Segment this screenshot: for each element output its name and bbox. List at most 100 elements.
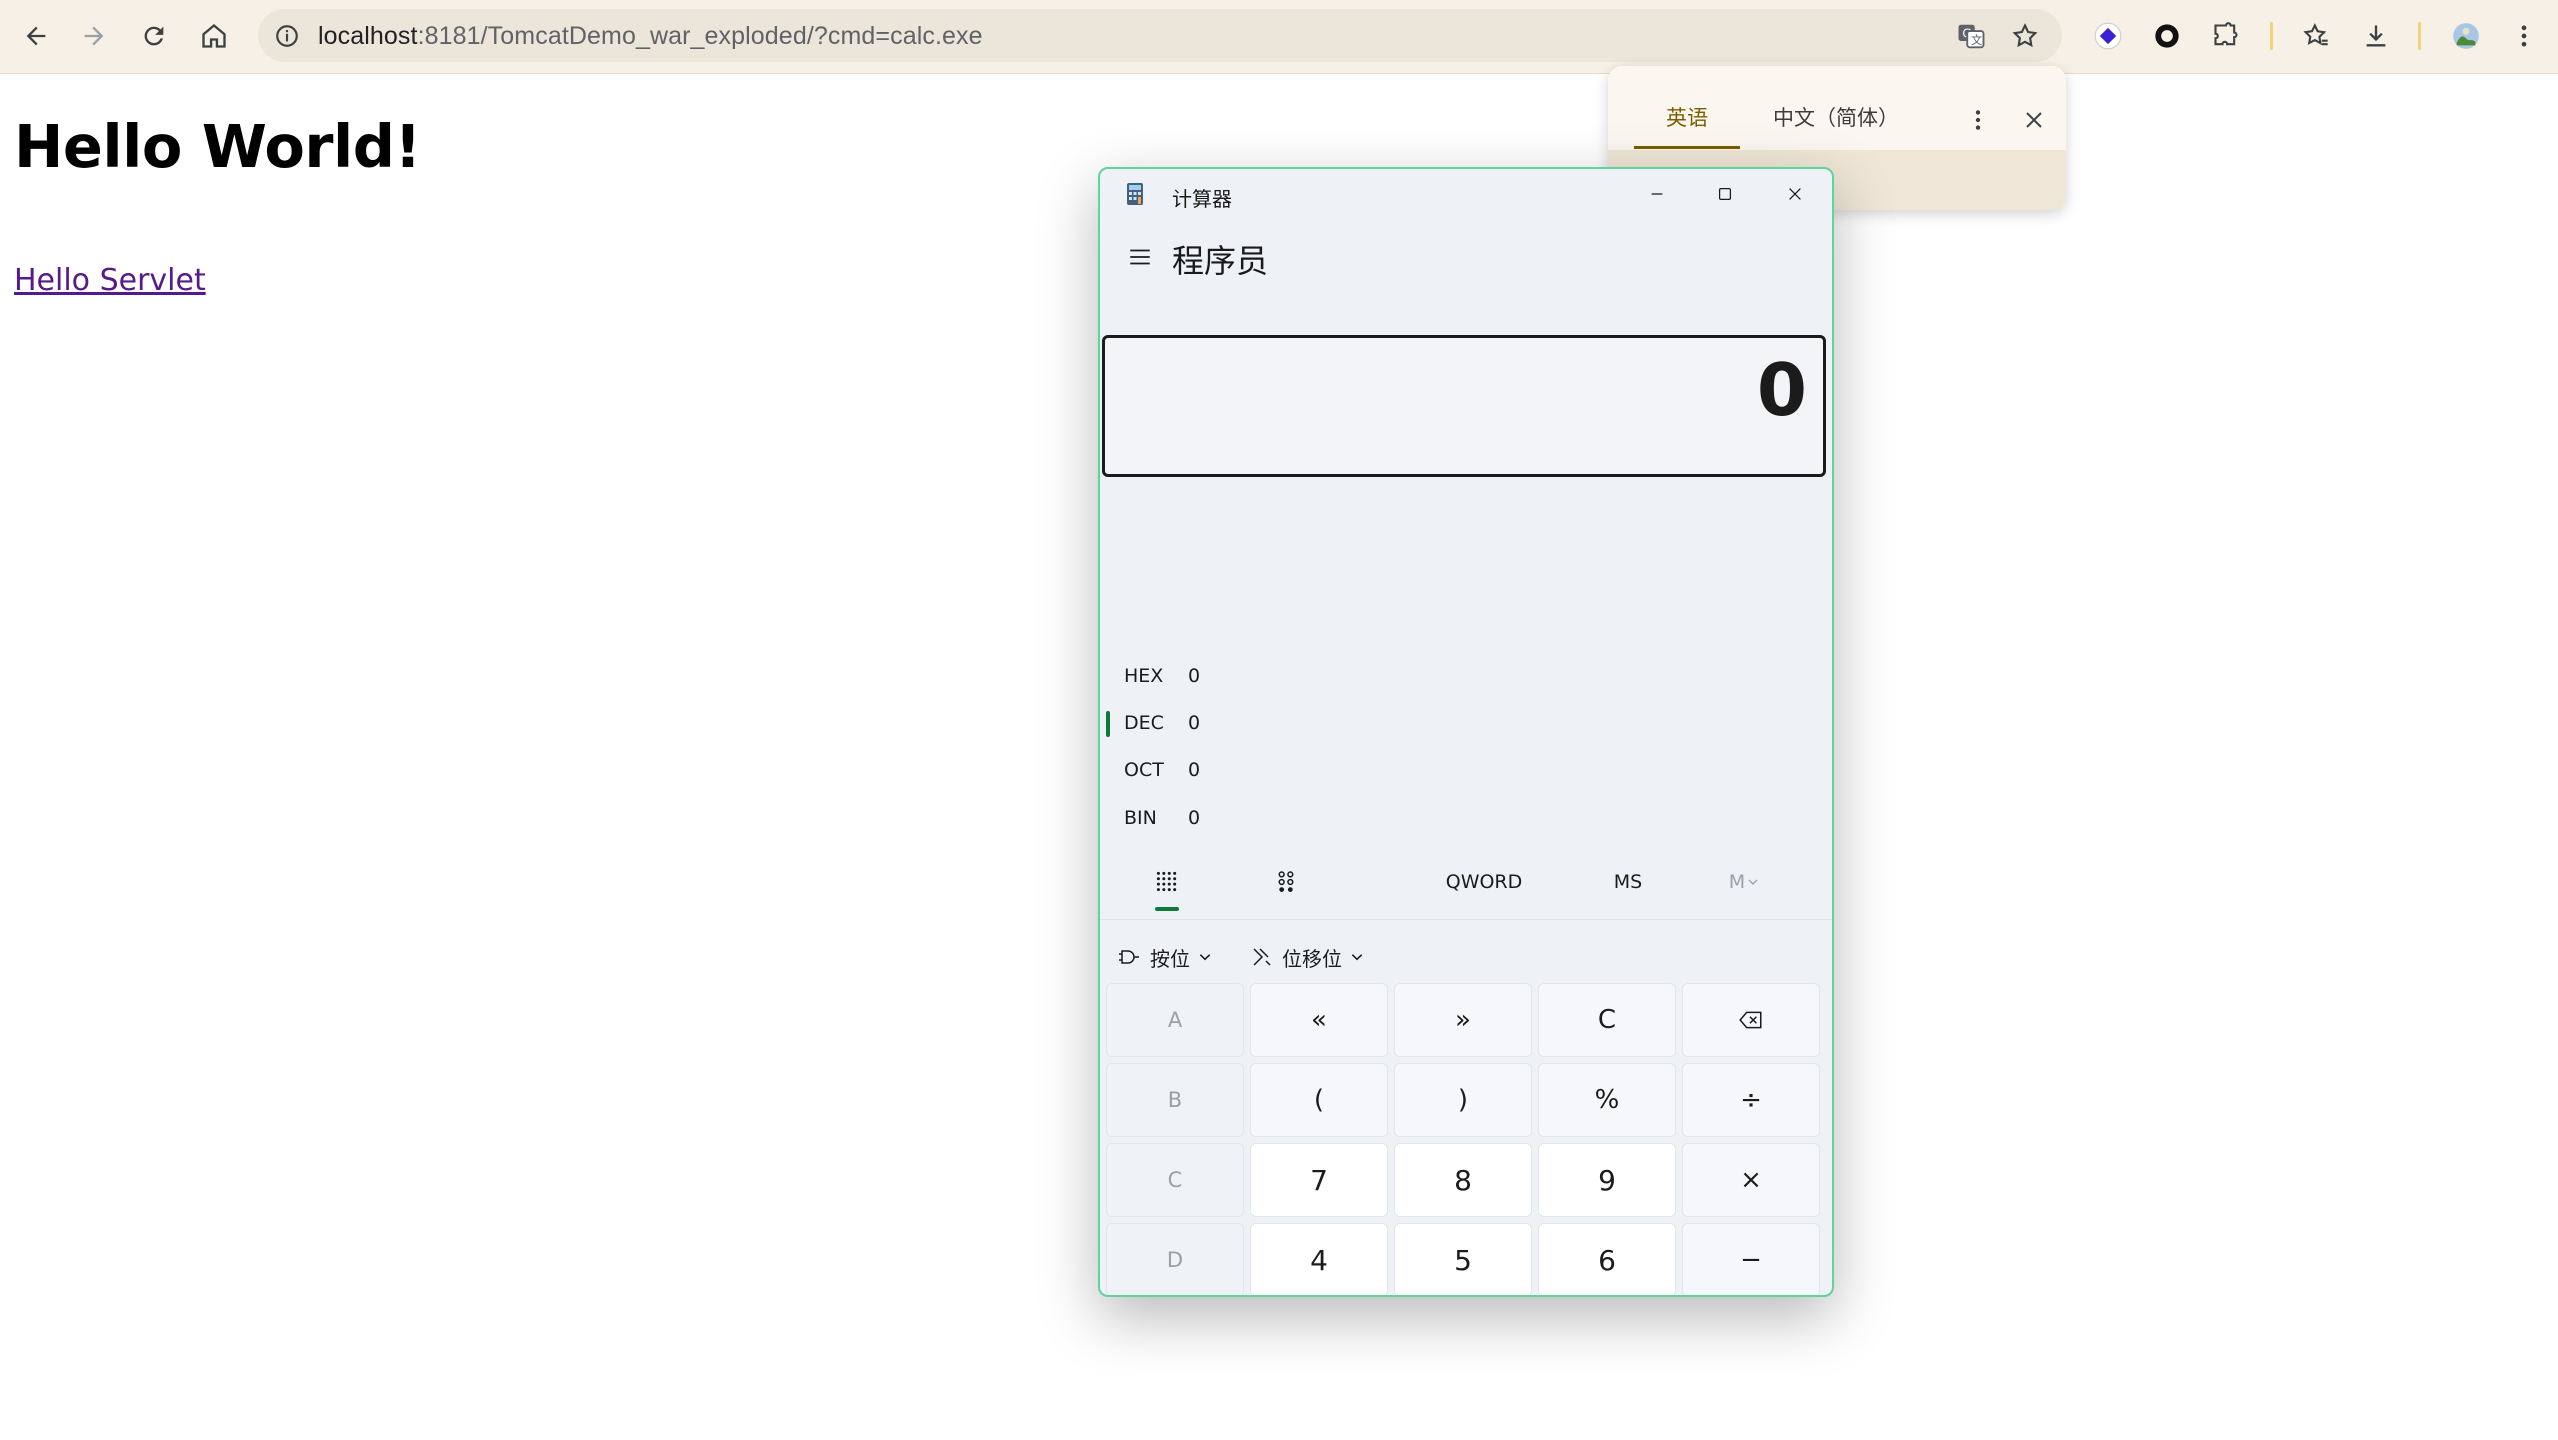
key-4[interactable]: 4	[1250, 1223, 1388, 1295]
bit-keypad-icon	[1278, 871, 1294, 892]
full-keypad-button[interactable]	[1140, 859, 1192, 905]
key-a[interactable]: A	[1106, 983, 1244, 1057]
backspace-icon	[1739, 1011, 1762, 1029]
translate-close-icon[interactable]	[2016, 102, 2052, 138]
url-text[interactable]: localhost:8181/TomcatDemo_war_exploded/?…	[318, 22, 983, 51]
radix-label: BIN	[1124, 807, 1157, 829]
key-9[interactable]: 9	[1538, 1143, 1676, 1217]
downloads-button[interactable]	[2354, 14, 2398, 58]
calculator-titlebar[interactable]: 计算器	[1100, 169, 1832, 221]
key-close-paren[interactable]: )	[1394, 1063, 1532, 1137]
keypad: A « » C B ( ) % ÷ C 7 8 9 × D 4 5 6 − E …	[1106, 983, 1826, 1295]
radix-value: 0	[1188, 712, 1201, 734]
key-backspace[interactable]	[1682, 983, 1820, 1057]
extension-button-1[interactable]	[2086, 14, 2130, 58]
close-button[interactable]	[1762, 171, 1828, 217]
extension-button-2[interactable]	[2145, 14, 2189, 58]
key-subtract[interactable]: −	[1682, 1223, 1820, 1295]
translate-tab-source[interactable]: 英语	[1634, 88, 1740, 149]
key-7[interactable]: 7	[1250, 1143, 1388, 1217]
home-button[interactable]	[192, 14, 236, 58]
profile-button[interactable]	[2444, 14, 2488, 58]
star-list-icon	[2303, 23, 2328, 46]
close-icon	[1789, 188, 1801, 200]
keypad-divider	[1100, 919, 1832, 920]
avatar-icon	[2453, 23, 2479, 49]
key-d[interactable]: D	[1106, 1223, 1244, 1295]
translate-tab-target[interactable]: 中文（简体）	[1748, 88, 1924, 146]
bitwise-toolbar: 按位 位移位	[1100, 931, 1832, 981]
display-value: 0	[1756, 348, 1807, 432]
calculator-app-icon	[1127, 183, 1143, 205]
hamburger-icon	[1130, 249, 1150, 265]
key-divide[interactable]: ÷	[1682, 1063, 1820, 1137]
bit-shift-icon	[1253, 948, 1271, 966]
bitwise-label: 按位	[1150, 946, 1190, 971]
extensions-button[interactable]	[2204, 14, 2248, 58]
reload-icon	[144, 26, 164, 46]
key-c-hex[interactable]: C	[1106, 1143, 1244, 1217]
radix-dec[interactable]: DEC 0	[1100, 702, 1832, 746]
forward-button[interactable]	[72, 14, 116, 58]
back-button[interactable]	[14, 14, 58, 58]
home-icon	[202, 23, 226, 48]
bit-shift-dropdown[interactable]: 位移位	[1250, 939, 1364, 975]
bitwise-dropdown[interactable]: 按位	[1118, 939, 1212, 975]
radix-value: 0	[1188, 759, 1201, 781]
translate-options-icon[interactable]	[1960, 102, 1996, 138]
toolbar-separator	[2270, 22, 2273, 50]
toolbar-separator-2	[2418, 22, 2421, 50]
arrow-left-icon	[26, 26, 46, 46]
radix-active-indicator	[1106, 711, 1110, 737]
key-5[interactable]: 5	[1394, 1223, 1532, 1295]
key-percent[interactable]: %	[1538, 1063, 1676, 1137]
memory-store-button[interactable]: MS	[1588, 859, 1668, 905]
radix-label: DEC	[1124, 712, 1164, 734]
radix-value: 0	[1188, 807, 1201, 829]
radix-bin[interactable]: BIN 0	[1100, 797, 1832, 841]
maximize-button[interactable]	[1692, 171, 1758, 217]
radix-label: HEX	[1124, 665, 1164, 687]
bit-shift-label: 位移位	[1282, 946, 1342, 971]
radix-label: OCT	[1124, 759, 1164, 781]
translate-icon[interactable]: G文	[1954, 19, 1988, 53]
url-path: :8181/TomcatDemo_war_exploded/?cmd=calc.…	[417, 22, 983, 50]
key-multiply[interactable]: ×	[1682, 1143, 1820, 1217]
navigation-menu-button[interactable]	[1120, 237, 1160, 277]
kebab-menu-icon	[2521, 25, 2527, 47]
keypad-grid-icon	[1156, 871, 1177, 892]
extension-ring-icon	[2155, 24, 2179, 48]
radix-oct[interactable]: OCT 0	[1100, 749, 1832, 793]
arrow-right-icon	[84, 26, 104, 46]
minimize-button[interactable]	[1624, 171, 1690, 217]
bookmark-star-icon[interactable]	[2008, 19, 2042, 53]
chevron-down-icon	[1199, 954, 1211, 961]
minimize-icon	[1651, 193, 1663, 195]
site-info-icon[interactable]	[270, 19, 304, 53]
keypad-active-indicator	[1155, 907, 1179, 911]
address-bar[interactable]: localhost:8181/TomcatDemo_war_exploded/?…	[258, 9, 2062, 62]
key-6[interactable]: 6	[1538, 1223, 1676, 1295]
key-8[interactable]: 8	[1394, 1143, 1532, 1217]
memory-recall-label: M	[1728, 871, 1746, 893]
reload-button[interactable]	[132, 14, 176, 58]
key-clear[interactable]: C	[1538, 983, 1676, 1057]
memory-recall-button[interactable]: M	[1704, 859, 1784, 905]
calculator-title: 计算器	[1172, 187, 1232, 211]
browser-toolbar: localhost:8181/TomcatDemo_war_exploded/?…	[0, 0, 2558, 74]
key-right-shift[interactable]: »	[1394, 983, 1532, 1057]
extension-purple-icon	[2094, 22, 2122, 50]
word-size-button[interactable]: QWORD	[1414, 859, 1554, 905]
calculator-window: 计算器 程序员 0 HEX 0 DEC 0 OCT 0 BIN 0 QWORD …	[1098, 167, 1834, 1297]
key-b[interactable]: B	[1106, 1063, 1244, 1137]
puzzle-icon	[2214, 22, 2238, 46]
key-open-paren[interactable]: (	[1250, 1063, 1388, 1137]
menu-button[interactable]	[2502, 14, 2546, 58]
bit-toggle-keypad-button[interactable]	[1260, 859, 1312, 905]
radix-hex[interactable]: HEX 0	[1100, 655, 1832, 699]
keypad-toolbar: QWORD MS M	[1100, 849, 1832, 919]
bookmarks-button[interactable]	[2294, 14, 2338, 58]
maximize-icon	[1718, 187, 1732, 201]
key-left-shift[interactable]: «	[1250, 983, 1388, 1057]
hello-servlet-link[interactable]: Hello Servlet	[14, 263, 206, 298]
